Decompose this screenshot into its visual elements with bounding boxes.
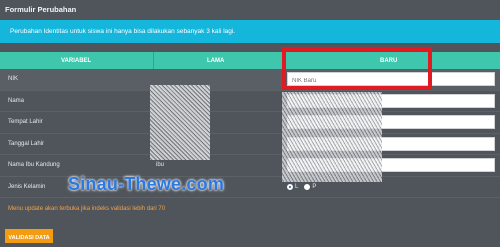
row-label: NIK — [8, 76, 19, 82]
radio-selected-icon[interactable] — [287, 183, 293, 190]
row-label: Nama — [8, 97, 25, 104]
row-label: Nama Ibu Kandung — [8, 162, 60, 168]
table-row-tanggal-lahir: Tanggal Lahir — [0, 134, 500, 155]
info-notice: Perubahan Identitas untuk siswa ini hany… — [0, 20, 500, 43]
info-notice-text: Perubahan Identitas untuk siswa ini hany… — [10, 28, 236, 35]
table-row-tempat-lahir: Tempat Lahir — [0, 112, 500, 134]
redacted-old-values — [150, 85, 210, 160]
row-label: Jenis Kelamin — [8, 183, 46, 190]
menu-update-note: Menu update akan terbuka jika indeks val… — [8, 206, 166, 212]
watermark: Sinau-Thewe.com — [68, 174, 225, 194]
header-variabel: VARIABEL — [61, 58, 92, 64]
gender-option-label: P — [312, 183, 317, 190]
radio-unselected-icon[interactable] — [304, 183, 311, 190]
row-label: Tanggal Lahir — [8, 140, 45, 147]
gender-radio-p[interactable]: P — [304, 183, 317, 190]
row-old-value: ibu — [156, 162, 165, 168]
table-row-nama: Nama — [0, 91, 500, 112]
gender-option-label: L — [295, 183, 299, 190]
header-lama: LAMA — [207, 58, 225, 64]
validate-data-button[interactable]: VALIDASI DATA — [5, 229, 53, 243]
redacted-new-values — [282, 92, 382, 182]
row-label: Tempat Lahir — [8, 119, 43, 125]
gender-radio-group: L P — [287, 183, 317, 190]
gender-radio-l[interactable]: L — [287, 183, 299, 190]
highlight-box — [282, 47, 432, 90]
panel-title: Formulir Perubahan — [5, 5, 77, 14]
